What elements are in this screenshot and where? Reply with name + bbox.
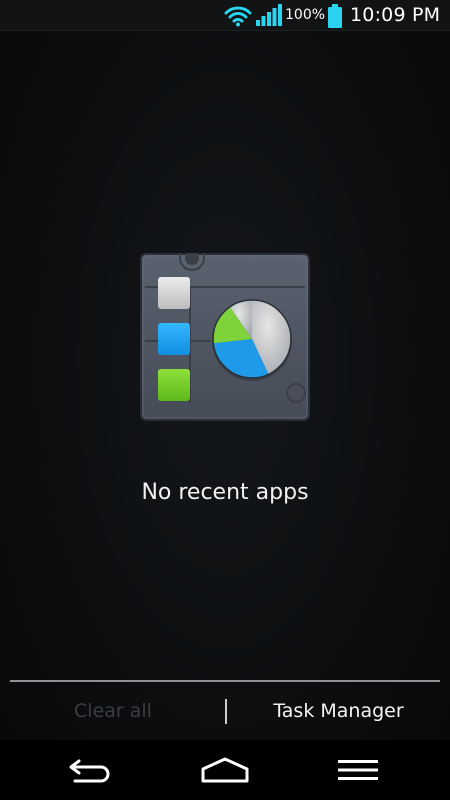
home-icon (201, 757, 249, 783)
battery-percentage: 100% (285, 7, 326, 23)
task-manager-icon (140, 253, 310, 421)
battery-icon (328, 4, 342, 28)
menu-button[interactable] (283, 740, 433, 800)
menu-icon (338, 760, 378, 780)
navigation-bar (0, 740, 450, 800)
status-clock: 10:09 PM (350, 4, 441, 26)
back-button[interactable] (15, 740, 165, 800)
back-icon (69, 759, 110, 783)
home-button[interactable] (150, 740, 300, 800)
action-bar: Clear all Task Manager (0, 682, 450, 740)
task-manager-button[interactable]: Task Manager (227, 682, 450, 740)
empty-state-message: No recent apps (141, 480, 309, 505)
clear-all-button[interactable]: Clear all (0, 682, 226, 740)
signal-icon (256, 4, 282, 26)
status-bar: 100% 10:09 PM (0, 0, 450, 31)
wifi-icon (224, 6, 252, 27)
recent-apps-screen: 100% 10:09 PM No recent apps Clear all T… (0, 0, 450, 800)
